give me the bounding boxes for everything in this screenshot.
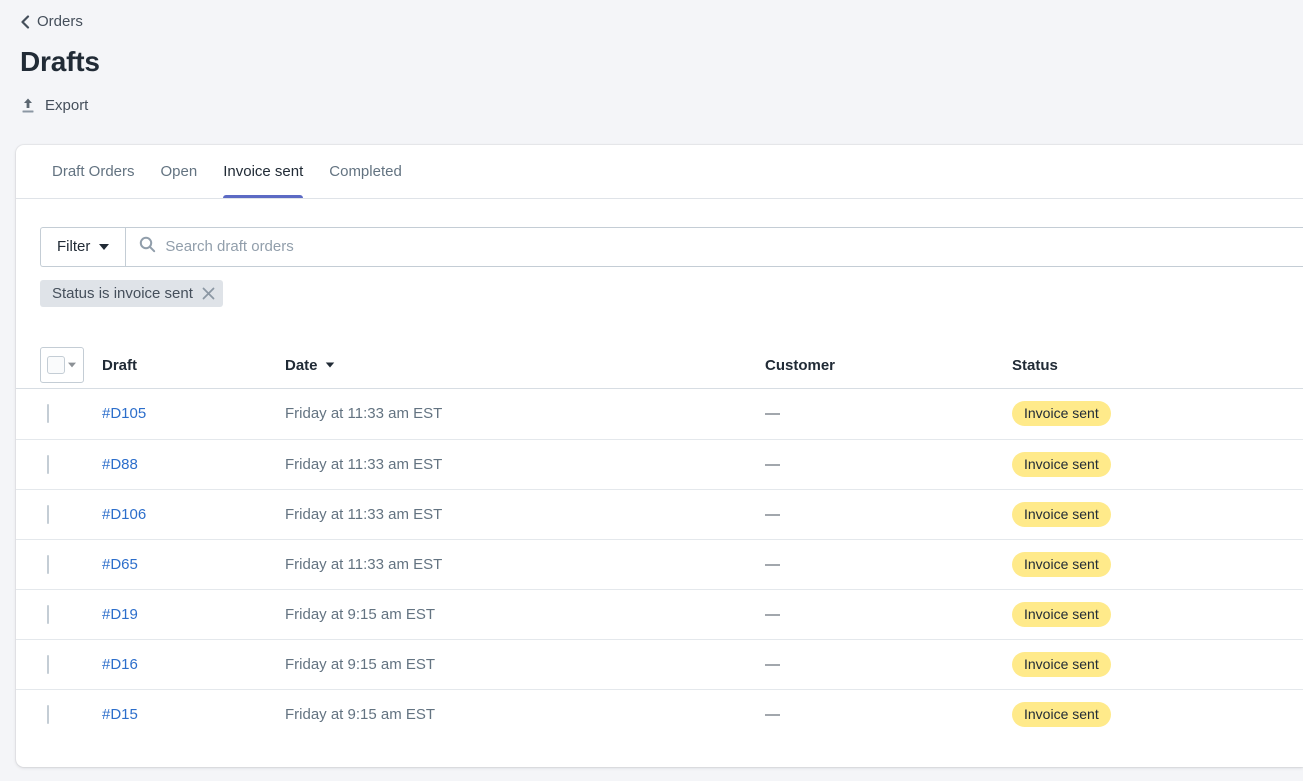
search-icon bbox=[139, 236, 156, 257]
draft-link[interactable]: #D19 bbox=[102, 606, 138, 623]
row-customer: — bbox=[765, 405, 1012, 422]
row-checkbox[interactable] bbox=[47, 404, 49, 423]
filter-tag-label: Status is invoice sent bbox=[52, 285, 193, 302]
tab-bar: Draft Orders Open Invoice sent Completed bbox=[16, 145, 1303, 199]
row-date: Friday at 11:33 am EST bbox=[285, 556, 765, 573]
row-checkbox[interactable] bbox=[47, 605, 49, 624]
row-checkbox[interactable] bbox=[47, 655, 49, 674]
status-badge: Invoice sent bbox=[1012, 602, 1111, 627]
tab-label: Invoice sent bbox=[223, 163, 303, 180]
filter-button[interactable]: Filter bbox=[40, 227, 125, 267]
status-badge: Invoice sent bbox=[1012, 401, 1111, 426]
draft-orders-card: Draft Orders Open Invoice sent Completed… bbox=[16, 145, 1303, 767]
breadcrumb-label: Orders bbox=[37, 13, 83, 30]
draft-link[interactable]: #D65 bbox=[102, 556, 138, 573]
draft-link[interactable]: #D16 bbox=[102, 656, 138, 673]
select-all-checkbox[interactable] bbox=[47, 356, 65, 374]
column-header-customer[interactable]: Customer bbox=[765, 357, 1012, 374]
row-date: Friday at 11:33 am EST bbox=[285, 456, 765, 473]
sort-descending-icon bbox=[325, 362, 334, 367]
column-header-status[interactable]: Status bbox=[1012, 357, 1303, 374]
tab-label: Open bbox=[161, 163, 198, 180]
table-row[interactable]: #D88 Friday at 11:33 am EST — Invoice se… bbox=[16, 439, 1303, 489]
row-checkbox[interactable] bbox=[47, 705, 49, 724]
column-header-draft[interactable]: Draft bbox=[102, 357, 285, 374]
draft-link[interactable]: #D105 bbox=[102, 405, 146, 422]
row-date: Friday at 9:15 am EST bbox=[285, 656, 765, 673]
table-row[interactable]: #D65 Friday at 11:33 am EST — Invoice se… bbox=[16, 539, 1303, 589]
page-header: Orders Drafts Export bbox=[0, 0, 1303, 118]
status-badge: Invoice sent bbox=[1012, 502, 1111, 527]
status-badge: Invoice sent bbox=[1012, 552, 1111, 577]
export-label: Export bbox=[45, 97, 88, 114]
draft-link[interactable]: #D88 bbox=[102, 456, 138, 473]
export-button[interactable]: Export bbox=[20, 97, 88, 114]
row-date: Friday at 9:15 am EST bbox=[285, 606, 765, 623]
chevron-down-icon bbox=[99, 244, 109, 250]
row-checkbox[interactable] bbox=[47, 455, 49, 474]
draft-link[interactable]: #D106 bbox=[102, 506, 146, 523]
status-badge: Invoice sent bbox=[1012, 452, 1111, 477]
search-box bbox=[125, 227, 1303, 267]
tab-label: Draft Orders bbox=[52, 163, 135, 180]
tab-label: Completed bbox=[329, 163, 402, 180]
applied-filters: Status is invoice sent bbox=[40, 280, 1303, 307]
filter-button-label: Filter bbox=[57, 238, 90, 255]
table-row[interactable]: #D19 Friday at 9:15 am EST — Invoice sen… bbox=[16, 589, 1303, 639]
draft-orders-table: Draft Date Customer Status #D105 Friday … bbox=[16, 343, 1303, 739]
table-row[interactable]: #D15 Friday at 9:15 am EST — Invoice sen… bbox=[16, 689, 1303, 739]
table-row[interactable]: #D16 Friday at 9:15 am EST — Invoice sen… bbox=[16, 639, 1303, 689]
table-row[interactable]: #D105 Friday at 11:33 am EST — Invoice s… bbox=[16, 389, 1303, 439]
page-title: Drafts bbox=[20, 46, 1283, 78]
row-customer: — bbox=[765, 506, 1012, 523]
status-badge: Invoice sent bbox=[1012, 652, 1111, 677]
row-date: Friday at 11:33 am EST bbox=[285, 506, 765, 523]
table-row[interactable]: #D106 Friday at 11:33 am EST — Invoice s… bbox=[16, 489, 1303, 539]
chevron-down-icon bbox=[68, 363, 76, 368]
row-date: Friday at 11:33 am EST bbox=[285, 405, 765, 422]
tab[interactable]: Open bbox=[148, 145, 211, 198]
search-input[interactable] bbox=[165, 238, 1290, 255]
breadcrumb[interactable]: Orders bbox=[20, 13, 83, 30]
row-customer: — bbox=[765, 606, 1012, 623]
row-date: Friday at 9:15 am EST bbox=[285, 706, 765, 723]
filter-search-bar: Filter bbox=[40, 227, 1303, 267]
row-customer: — bbox=[765, 556, 1012, 573]
tab[interactable]: Invoice sent bbox=[210, 145, 316, 198]
filter-tag-status: Status is invoice sent bbox=[40, 280, 223, 307]
row-customer: — bbox=[765, 656, 1012, 673]
upload-icon bbox=[20, 97, 36, 114]
close-icon[interactable] bbox=[202, 287, 215, 300]
chevron-left-icon bbox=[20, 15, 30, 29]
row-customer: — bbox=[765, 706, 1012, 723]
tab[interactable]: Completed bbox=[316, 145, 415, 198]
table-header-row: Draft Date Customer Status bbox=[16, 343, 1303, 389]
row-customer: — bbox=[765, 456, 1012, 473]
row-checkbox[interactable] bbox=[47, 555, 49, 574]
tab[interactable]: Draft Orders bbox=[39, 145, 148, 198]
status-badge: Invoice sent bbox=[1012, 702, 1111, 727]
column-header-date[interactable]: Date bbox=[285, 357, 765, 374]
draft-link[interactable]: #D15 bbox=[102, 706, 138, 723]
select-all-button[interactable] bbox=[40, 347, 84, 383]
row-checkbox[interactable] bbox=[47, 505, 49, 524]
